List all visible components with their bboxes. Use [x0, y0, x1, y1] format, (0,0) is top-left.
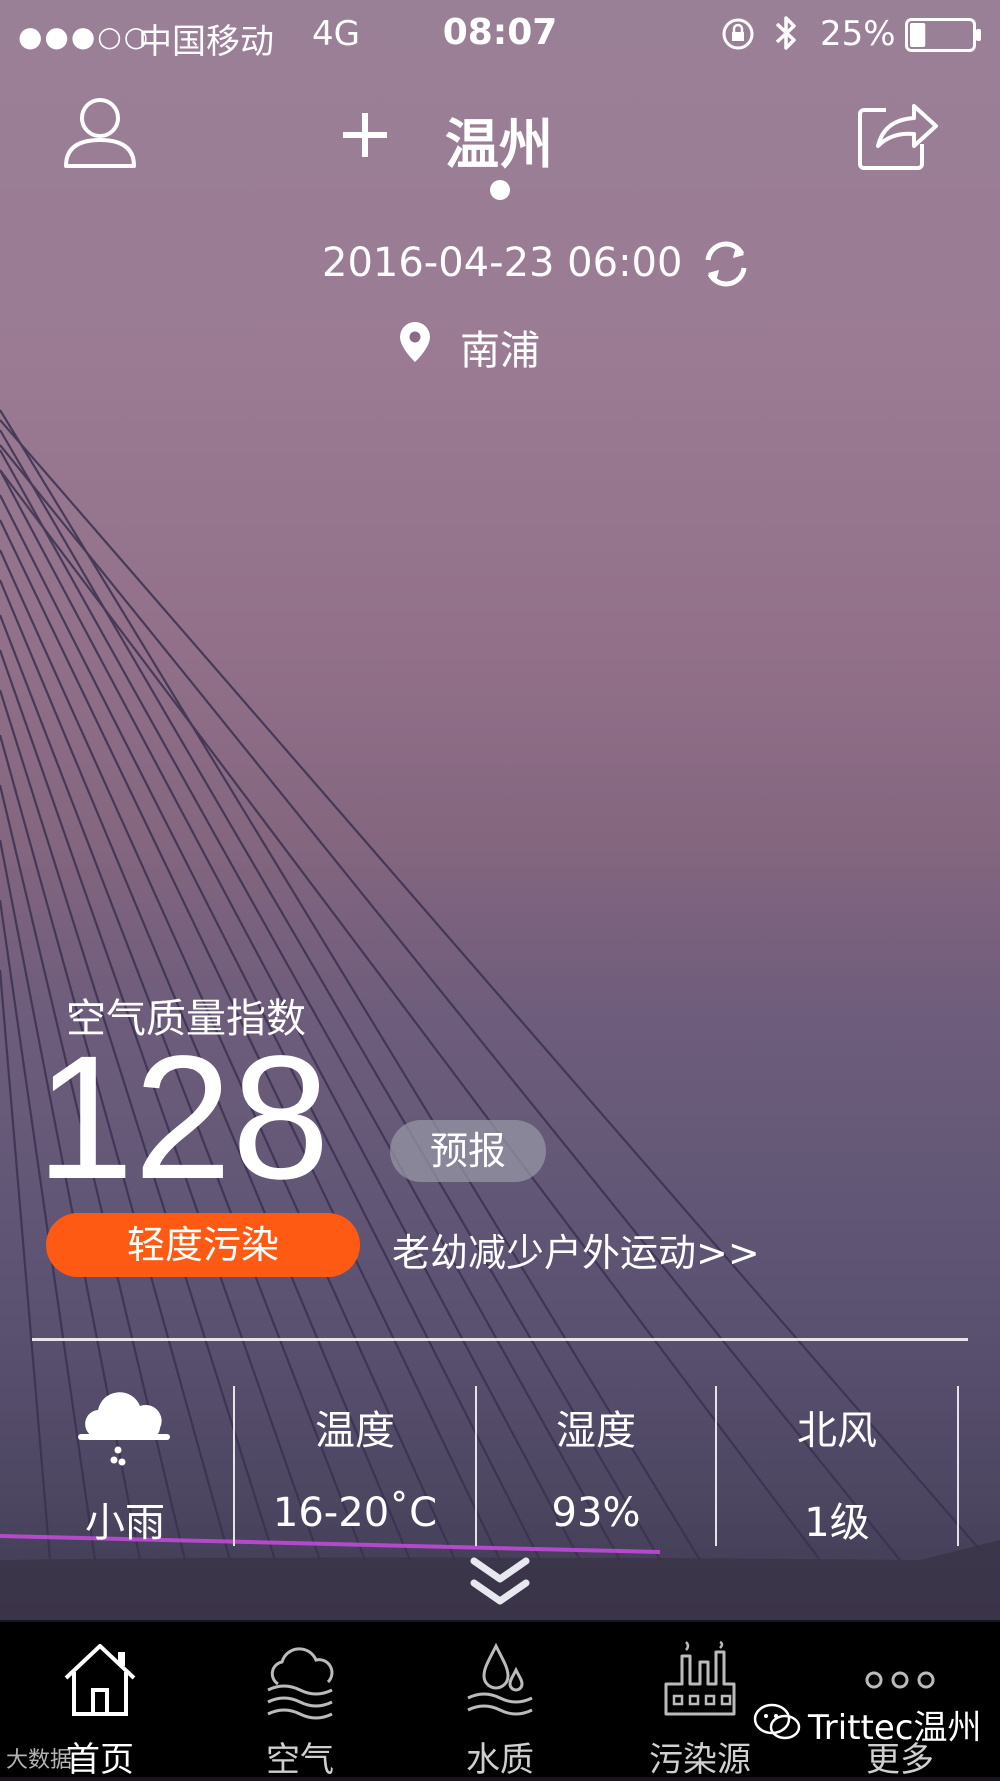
- page-indicator-dot: [490, 180, 510, 200]
- tab-label: 水质: [466, 1740, 534, 1780]
- weather-condition-cell: 小雨: [30, 1386, 220, 1546]
- tab-water[interactable]: 水质: [400, 1622, 600, 1780]
- pollution-level-badge: 轻度污染: [46, 1213, 360, 1277]
- status-bar: ●●●○○ 中国移动 4G 08:07 25%: [0, 0, 1000, 70]
- humidity-value: 93%: [551, 1490, 641, 1536]
- factory-icon: [664, 1640, 736, 1716]
- tab-pollution-source[interactable]: 污染源: [600, 1622, 800, 1780]
- refresh-icon[interactable]: [700, 238, 752, 290]
- watermark-text: Trittec温州: [808, 1708, 982, 1748]
- column-divider: [957, 1386, 959, 1546]
- forecast-button[interactable]: 预报: [390, 1120, 546, 1182]
- temperature-cell: 温度 16-20˚C: [235, 1386, 475, 1546]
- add-city-icon[interactable]: [340, 110, 390, 160]
- air-icon: [267, 1647, 334, 1720]
- weather-summary: 小雨 温度 16-20˚C 湿度 93% 北风 1级: [0, 1386, 1000, 1546]
- home-icon: [64, 1644, 136, 1716]
- wind-cell: 北风 1级: [717, 1386, 957, 1546]
- share-icon[interactable]: [856, 92, 940, 172]
- tab-air[interactable]: 空气: [200, 1622, 400, 1780]
- rotation-lock-icon: [722, 18, 754, 50]
- location-pin-icon: [400, 322, 430, 362]
- wind-direction: 北风: [797, 1408, 877, 1454]
- humidity-cell: 湿度 93%: [477, 1386, 715, 1546]
- wechat-icon: [753, 1703, 801, 1740]
- health-advice-link[interactable]: 老幼减少户外运动>>: [392, 1222, 760, 1277]
- station-name[interactable]: 南浦: [460, 318, 540, 376]
- wind-level: 1级: [804, 1500, 870, 1546]
- temperature-value: 16-20˚C: [272, 1490, 438, 1536]
- weather-condition: 小雨: [85, 1500, 165, 1546]
- profile-icon[interactable]: [60, 92, 140, 172]
- humidity-label: 湿度: [556, 1408, 636, 1454]
- temperature-label: 温度: [315, 1408, 395, 1454]
- bluetooth-icon: [775, 16, 796, 50]
- aqi-value: 128: [36, 1020, 330, 1216]
- city-title[interactable]: 温州: [445, 100, 553, 179]
- water-icon: [467, 1642, 533, 1716]
- corner-watermark: 大数据: [6, 1748, 73, 1773]
- light-rain-icon: [78, 1392, 170, 1466]
- battery-icon: [905, 18, 981, 52]
- tab-label: 空气: [266, 1740, 334, 1780]
- update-timestamp: 2016-04-23 06:00: [322, 240, 683, 286]
- divider: [32, 1338, 968, 1341]
- double-chevron-down-icon[interactable]: [468, 1555, 532, 1611]
- battery-percentage: 25%: [820, 14, 896, 54]
